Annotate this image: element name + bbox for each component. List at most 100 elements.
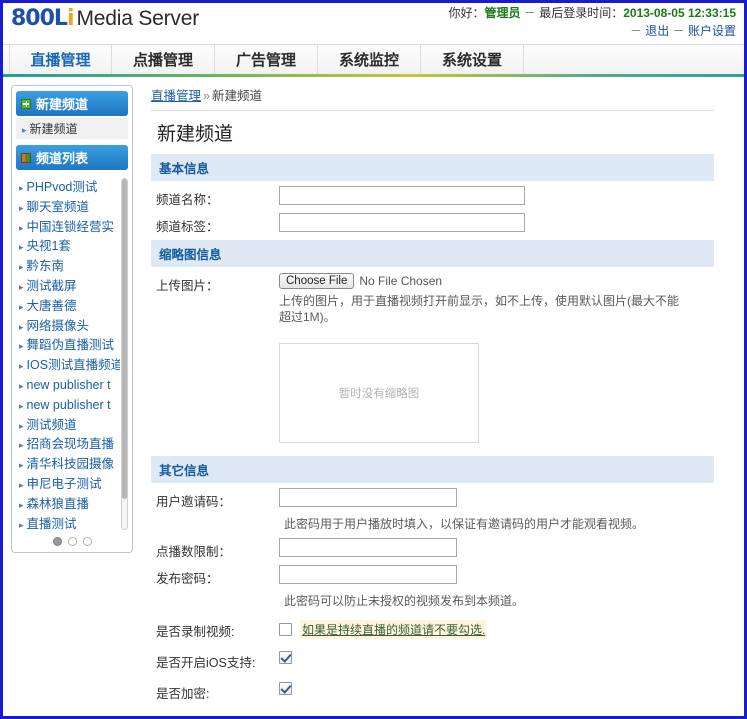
sidebar-channel-label: new publisher t [26,397,111,412]
content-area: 新建频道 ▸ 新建频道 频道列表 ▸ PHPvod测试 ▸ 聊天室频道 ▸ 中国连锁经营实 ▸… [3,77,744,716]
sidebar-pager [16,537,128,546]
main-panel: 直播管理» 新建频道 新建频道 基本信息 频道名称： 频道标签： 缩略图信息 上… [133,77,744,716]
triangle-icon: ▸ [22,125,27,135]
upload-hint-text: 上传的图片，用于直播视频打开前显示，如不上传，使用默认图片(最大不能超过1M)。 [279,294,679,324]
sidebar-channel-item[interactable]: ▸ 央视1套 [16,237,120,257]
file-status-text: No File Chosen [359,273,443,288]
sidebar-pager-dot[interactable] [67,537,77,546]
sidebar-channel-item[interactable]: ▸ new publisher t [16,396,120,416]
choose-file-button[interactable]: Choose File [279,272,355,289]
hint-invite-code: 此密码用于用户播放时填入，以保证有邀请码的用户才能观看视频。 [284,517,645,531]
breadcrumb-separator: » [203,89,210,103]
sidebar-channel-list-wrapper: ▸ PHPvod测试 ▸ 聊天室频道 ▸ 中国连锁经营实 ▸ 央视1套 ▸ 黔东南 ▸ 测试截屏 ▸ 大唐… [16,178,128,530]
sidebar-channel-item[interactable]: ▸ 申尼电子测试 [16,475,120,495]
sidebar-channel-label: 舞蹈伪直播测试 [26,338,115,353]
logo-suffix-text: Media Server [76,7,200,30]
main-nav: 直播管理 点播管理 广告管理 系统监控 系统设置 [3,45,744,77]
ios-support-checkbox[interactable] [279,651,292,664]
sidebar-channel-label: 森林狼直播 [26,496,90,511]
sidebar-channel-item[interactable]: ▸ 清华科技园摄像 [16,455,120,475]
sidebar-channel-item[interactable]: ▸ 测试截屏 [16,277,120,297]
sidebar-channel-label: 聊天室频道 [26,199,90,214]
last-login-label: 最后登录时间： [539,6,624,20]
triangle-icon: ▸ [19,242,24,253]
sidebar-channel-item[interactable]: ▸ 网络摄像头 [16,317,120,337]
tab-vod-management[interactable]: 点播管理 [112,45,215,74]
sidebar-channel-item[interactable]: ▸ 中国连锁经营实 [16,218,120,238]
section-header-basic-info: 基本信息 [151,154,714,181]
invite-code-input[interactable] [279,488,457,507]
control-channel-name [279,186,714,205]
triangle-icon: ▸ [19,479,24,490]
record-video-checkbox[interactable] [279,622,292,636]
control-vod-limit [279,538,714,557]
sidebar-item-new-channel-label: 新建频道 [29,122,78,136]
sidebar-channel-item[interactable]: ▸ IOS测试直播频道 [16,356,120,376]
field-row-ios-support: 是否开启iOS支持: [151,649,714,671]
triangle-icon: ▸ [19,380,24,391]
sidebar-channel-item[interactable]: ▸ 森林狼直播 [16,495,120,515]
hint-publish-password: 此密码可以防止未授权的视频发布到本频道。 [284,594,525,608]
sidebar-channel-label: new publisher t [26,377,111,392]
links-separator-1: － [629,24,642,38]
sidebar-item-new-channel[interactable]: ▸ 新建频道 [16,118,128,139]
sidebar-channel-item[interactable]: ▸ PHPvod测试 [16,178,120,198]
sidebar-pager-dot[interactable] [82,537,92,546]
breadcrumb-parent-link[interactable]: 直播管理 [151,89,201,103]
tab-system-settings[interactable]: 系统设置 [421,45,524,74]
triangle-icon: ▸ [19,400,24,411]
app-logo: 800Li Media Server [11,5,199,31]
triangle-icon: ▸ [19,440,24,451]
top-bar: 800Li Media Server 你好：管理员 － 最后登录时间：2013-0… [3,3,744,45]
sidebar-scrollbar-track[interactable] [121,178,128,530]
control-ios-support [279,651,714,669]
account-settings-link[interactable]: 账户设置 [688,24,736,38]
plus-icon [21,98,31,109]
channel-tag-input[interactable] [279,213,525,232]
sidebar-channel-item[interactable]: ▸ 黔东南 [16,257,120,277]
greeting-separator: － [523,6,536,20]
record-video-note[interactable]: 如果是持续直播的频道请不要勾选. [300,619,488,639]
sidebar-channel-item[interactable]: ▸ new publisher t [16,376,120,396]
label-invite-code: 用户邀请码： [156,495,232,509]
control-channel-tag [279,213,714,232]
sidebar-channel-item[interactable]: ▸ 直播测试 [16,515,120,530]
label-encrypt: 是否加密: [156,687,210,701]
logo-accent-i: i [66,6,74,31]
label-ios-support: 是否开启iOS支持: [156,656,256,670]
sidebar-channel-item[interactable]: ▸ 测试频道 [16,416,120,436]
links-separator-2: － [672,24,685,38]
sidebar-channel-item[interactable]: ▸ 招商会现场直播 [16,435,120,455]
page-title: 新建频道 [157,124,234,145]
tab-live-management[interactable]: 直播管理 [9,45,112,74]
sidebar-header-channel-list-label: 频道列表 [36,151,89,166]
triangle-icon: ▸ [19,262,24,273]
sidebar-header-channel-list[interactable]: 频道列表 [16,145,128,170]
triangle-icon: ▸ [19,460,24,471]
sidebar-channel-item[interactable]: ▸ 聊天室频道 [16,198,120,218]
list-icon [21,152,31,163]
vod-limit-input[interactable] [279,538,457,557]
section-header-thumbnail-info: 缩略图信息 [151,240,714,267]
sidebar-channel-item[interactable]: ▸ 舞蹈伪直播测试 [16,336,120,356]
publish-password-input[interactable] [279,565,457,584]
label-channel-name: 频道名称： [156,193,219,207]
sidebar-channel-item[interactable]: ▸ 大唐善德 [16,297,120,317]
breadcrumb: 直播管理» 新建频道 [151,85,714,111]
triangle-icon: ▸ [19,341,24,352]
sidebar-header-new-channel[interactable]: 新建频道 [16,91,128,116]
triangle-icon: ▸ [19,301,24,312]
channel-name-input[interactable] [279,186,525,205]
encrypt-checkbox[interactable] [279,682,292,695]
tab-ad-management[interactable]: 广告管理 [215,45,318,74]
triangle-icon: ▸ [19,321,24,332]
sidebar-channel-label: 黔东南 [26,259,65,274]
triangle-icon: ▸ [19,202,24,213]
tab-system-monitor[interactable]: 系统监控 [318,45,421,74]
user-info-panel: 你好：管理员 － 最后登录时间：2013-08-05 12:33:15 － 退出… [448,5,736,40]
sidebar-scrollbar-thumb[interactable] [122,179,127,499]
sidebar-pager-dot[interactable] [52,537,62,546]
logout-link[interactable]: 退出 [645,24,669,38]
sidebar-channel-label: 大唐善德 [26,298,77,313]
